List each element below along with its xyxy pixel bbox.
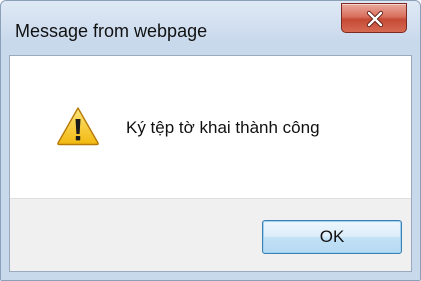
title-bar[interactable]: Message from webpage [1, 1, 420, 51]
close-icon [366, 10, 384, 28]
warning-icon [57, 107, 99, 146]
dialog-footer: OK [10, 198, 411, 271]
dialog-client-area: Ký tệp tờ khai thành công OK [9, 55, 412, 272]
dialog-message: Ký tệp tờ khai thành công [126, 118, 320, 137]
ok-button[interactable]: OK [262, 220, 402, 254]
message-dialog-window: Message from webpage Ký tệp tờ khai thàn… [0, 0, 421, 281]
window-title: Message from webpage [15, 21, 208, 41]
dialog-content: Ký tệp tờ khai thành công [10, 56, 411, 198]
close-button[interactable] [341, 3, 407, 33]
